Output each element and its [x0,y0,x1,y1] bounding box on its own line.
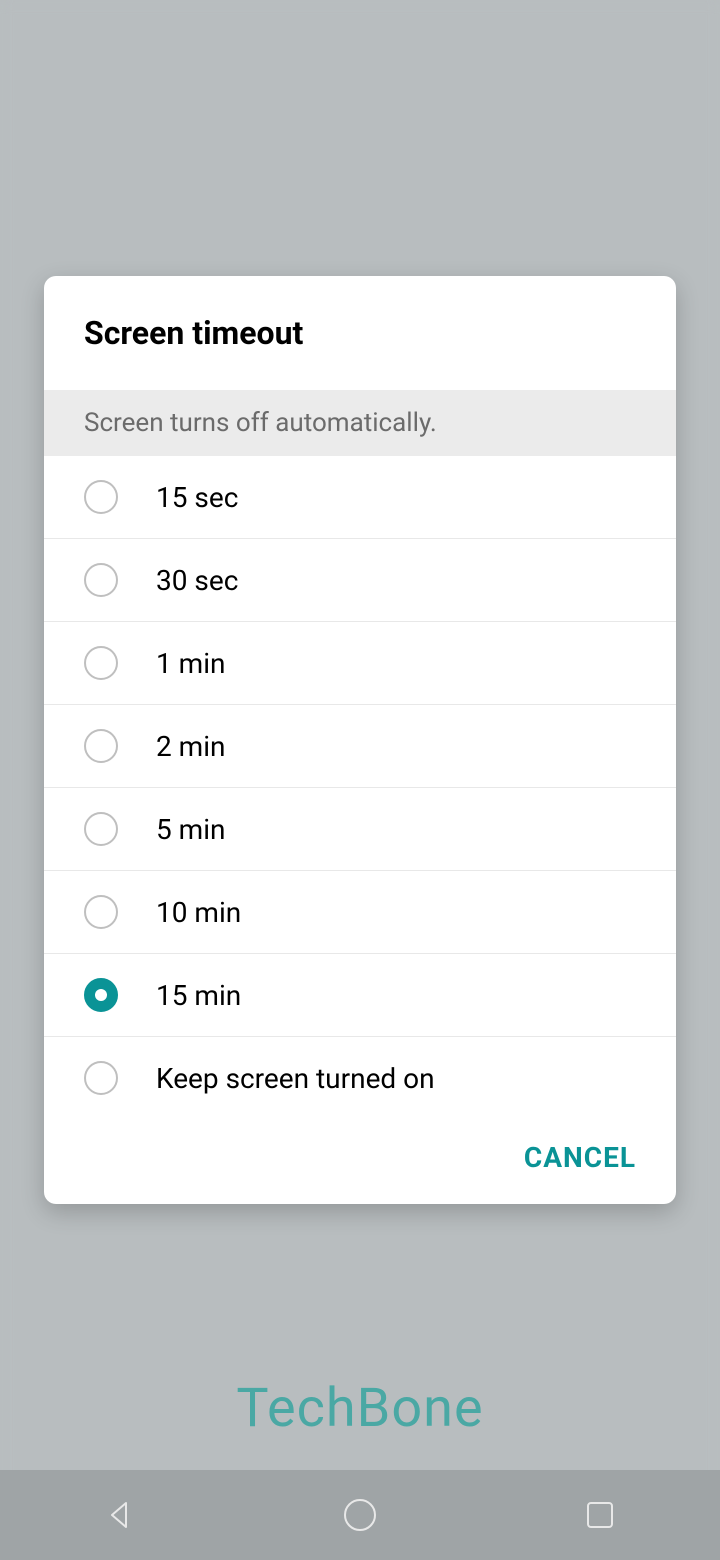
radio-icon [84,729,118,763]
option-label: 30 sec [156,564,238,597]
option-label: Keep screen turned on [156,1062,435,1095]
radio-icon [84,1061,118,1095]
screen-timeout-dialog: Screen timeout Screen turns off automati… [44,276,676,1204]
dialog-subtitle: Screen turns off automatically. [44,390,676,456]
option-item-4[interactable]: 5 min [44,788,676,871]
option-item-3[interactable]: 2 min [44,705,676,788]
option-label: 15 min [156,979,241,1012]
option-item-0[interactable]: 15 sec [44,456,676,539]
option-label: 2 min [156,730,226,763]
option-label: 15 sec [156,481,238,514]
option-item-6[interactable]: 15 min [44,954,676,1037]
option-label: 5 min [156,813,226,846]
option-item-2[interactable]: 1 min [44,622,676,705]
option-item-1[interactable]: 30 sec [44,539,676,622]
cancel-button[interactable]: CANCEL [524,1141,636,1174]
options-list: 15 sec 30 sec 1 min 2 min 5 min 10 min 15 min K… [44,456,676,1119]
dialog-title: Screen timeout [44,276,676,390]
option-label: 10 min [156,896,241,929]
radio-icon [84,563,118,597]
dialog-footer: CANCEL [44,1119,676,1204]
option-label: 1 min [156,647,226,680]
radio-icon [84,978,118,1012]
radio-icon [84,480,118,514]
radio-icon [84,646,118,680]
option-item-7[interactable]: Keep screen turned on [44,1037,676,1119]
radio-icon [84,812,118,846]
dialog-overlay: Screen timeout Screen turns off automati… [0,0,720,1560]
radio-icon [84,895,118,929]
option-item-5[interactable]: 10 min [44,871,676,954]
